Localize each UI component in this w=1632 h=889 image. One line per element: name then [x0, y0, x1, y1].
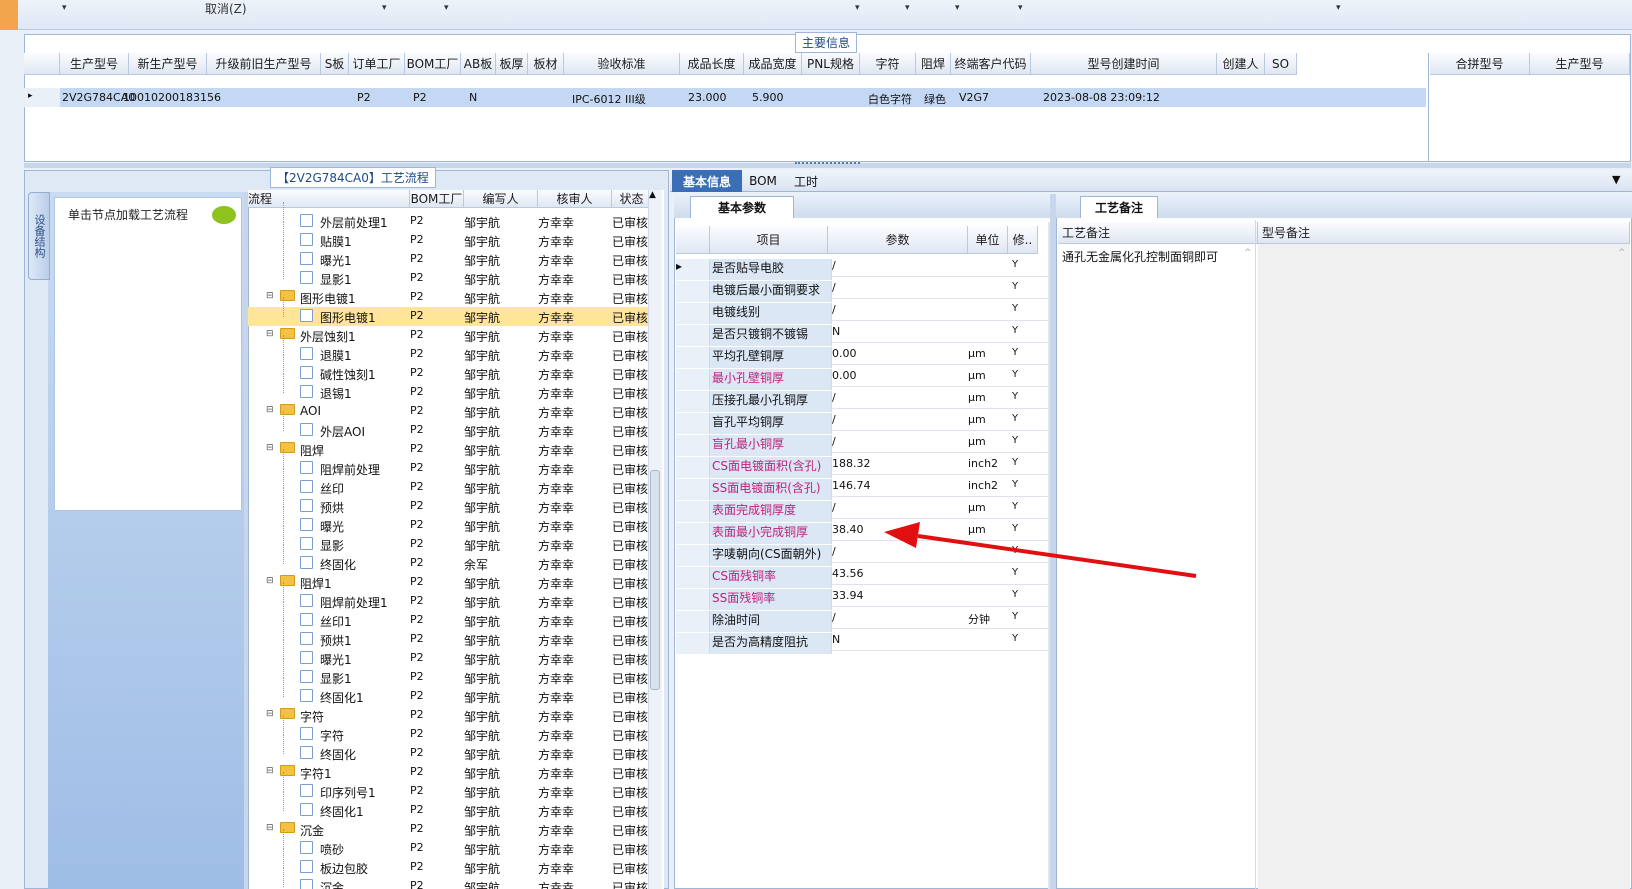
app-window: ▾ 取消(Z) ▾ ▾ ▾ ▾ ▾ ▾ ▾ 主要信息 生产型号 新生产型号 升级前旧…	[0, 0, 1632, 889]
red-annotation-arrow	[884, 522, 1197, 578]
arrow-head	[884, 522, 920, 548]
arrow-shaft	[917, 534, 1197, 578]
